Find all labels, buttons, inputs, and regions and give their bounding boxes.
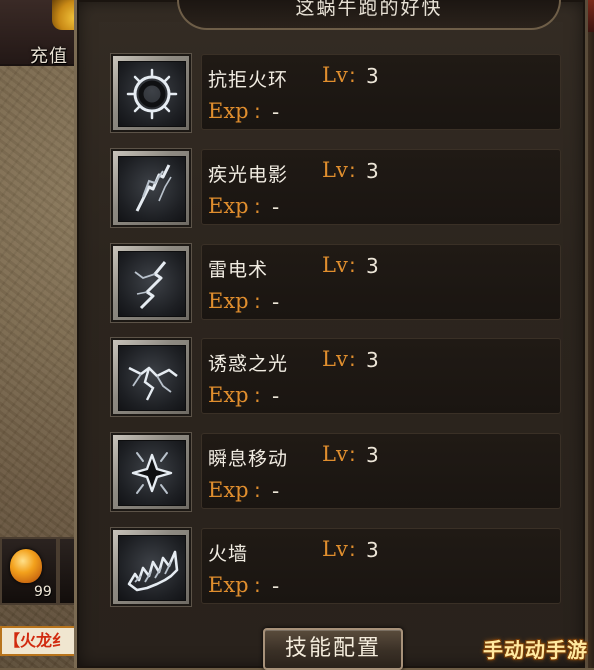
- skill-level-label: Lv: [322, 253, 348, 277]
- skill-name: 诱惑之光: [208, 353, 289, 375]
- thunder-icon: [118, 251, 186, 317]
- skill-level-value: 3: [366, 348, 379, 372]
- fire-wall-icon: [118, 535, 186, 601]
- skill-level-label: Lv: [322, 63, 348, 87]
- skill-level-separator: :: [349, 537, 356, 561]
- skill-name: 抗拒火环: [208, 69, 289, 91]
- skill-row[interactable]: 诱惑之光 Lv : 3 Exp : -: [111, 338, 563, 416]
- lightning-bolt-icon: [118, 156, 186, 222]
- skill-level-value: 3: [366, 159, 379, 183]
- skill-exp-separator: :: [254, 383, 261, 407]
- skill-info: 雷电术 Lv : 3 Exp : -: [201, 244, 561, 320]
- skill-row[interactable]: 雷电术 Lv : 3 Exp : -: [111, 244, 563, 322]
- skill-exp-value: -: [272, 384, 280, 408]
- skill-exp-label: Exp: [208, 99, 249, 123]
- skill-icon-frame[interactable]: [111, 54, 191, 132]
- skill-level-value: 3: [366, 443, 379, 467]
- skill-level-label: Lv: [322, 347, 348, 371]
- skill-row[interactable]: 抗拒火环 Lv : 3 Exp : -: [111, 54, 563, 132]
- skill-level-value: 3: [366, 64, 379, 88]
- potion-icon: [10, 549, 42, 583]
- skill-info: 疾光电影 Lv : 3 Exp : -: [201, 149, 561, 225]
- skill-name: 雷电术: [208, 259, 269, 281]
- skill-exp-value: -: [272, 479, 280, 503]
- skill-level-separator: :: [349, 63, 356, 87]
- skill-level-separator: :: [349, 442, 356, 466]
- skill-exp-label: Exp: [208, 289, 249, 313]
- skill-exp-separator: :: [254, 573, 261, 597]
- skills-panel: 这蜗牛跑的好快 抗拒火环 Lv : 3 Exp: - 疾光电影 Lv: 3 …: [74, 0, 588, 670]
- panel-title: 这蜗牛跑的好快: [295, 0, 443, 19]
- skill-info: 抗拒火环 Lv : 3 Exp : -: [201, 54, 561, 130]
- skill-level-value: 3: [366, 254, 379, 278]
- skill-exp-separator: :: [254, 194, 261, 218]
- skill-info: 诱惑之光 Lv : 3 Exp : -: [201, 338, 561, 414]
- skill-level-label: Lv: [322, 442, 348, 466]
- skill-exp-label: Exp: [208, 573, 249, 597]
- chat-tag[interactable]: 【火龙纟: [0, 626, 80, 656]
- teleport-icon: [118, 440, 186, 506]
- skill-exp-value: -: [272, 574, 280, 598]
- skill-exp-separator: :: [254, 478, 261, 502]
- skill-name: 火墙: [208, 543, 249, 565]
- skill-exp-value: -: [272, 195, 280, 219]
- watermark-logo: 手动动手游: [483, 638, 588, 662]
- skill-level-label: Lv: [322, 537, 348, 561]
- potion-count: 99: [34, 584, 52, 600]
- skill-exp-label: Exp: [208, 194, 249, 218]
- skill-info: 瞬息移动 Lv : 3 Exp : -: [201, 433, 561, 509]
- skill-icon-frame[interactable]: [111, 244, 191, 322]
- panel-title-bar: 这蜗牛跑的好快: [177, 0, 561, 30]
- lure-light-icon: [118, 345, 186, 411]
- skill-name: 疾光电影: [208, 164, 289, 186]
- skill-row[interactable]: 疾光电影 Lv : 3 Exp : -: [111, 149, 563, 227]
- skill-exp-separator: :: [254, 99, 261, 123]
- skill-icon-frame[interactable]: [111, 149, 191, 227]
- skill-icon-frame[interactable]: [111, 528, 191, 606]
- recharge-button[interactable]: 充值: [30, 42, 68, 68]
- skill-level-separator: :: [349, 158, 356, 182]
- skill-level-separator: :: [349, 347, 356, 371]
- skill-exp-separator: :: [254, 289, 261, 313]
- skill-level-value: 3: [366, 538, 379, 562]
- skill-config-button[interactable]: 技能配置: [263, 628, 403, 670]
- skill-exp-value: -: [272, 290, 280, 314]
- skill-level-label: Lv: [322, 158, 348, 182]
- ring-of-fire-icon: [118, 61, 186, 127]
- skill-exp-label: Exp: [208, 478, 249, 502]
- skill-row[interactable]: 瞬息移动 Lv : 3 Exp : -: [111, 433, 563, 511]
- skill-name: 瞬息移动: [208, 448, 289, 470]
- skill-row[interactable]: 火墙 Lv : 3 Exp : -: [111, 528, 563, 606]
- skill-exp-value: -: [272, 100, 280, 124]
- skill-info: 火墙 Lv : 3 Exp : -: [201, 528, 561, 604]
- skill-icon-frame[interactable]: [111, 433, 191, 511]
- skill-exp-label: Exp: [208, 383, 249, 407]
- skill-level-separator: :: [349, 253, 356, 277]
- skill-icon-frame[interactable]: [111, 338, 191, 416]
